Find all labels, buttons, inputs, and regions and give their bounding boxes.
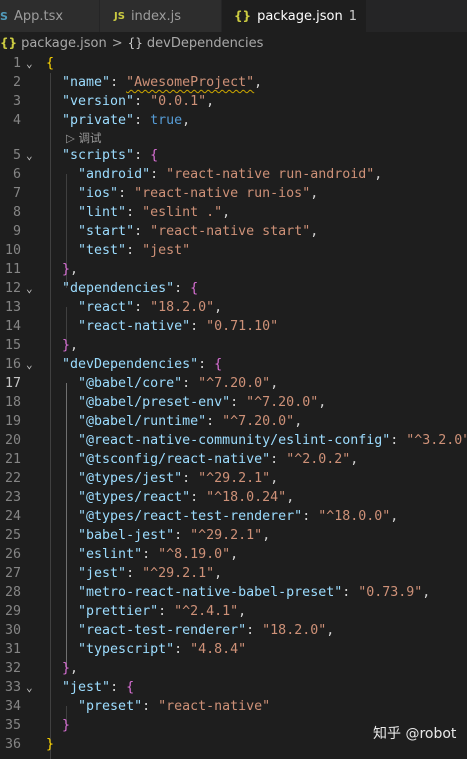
chevron-down-icon[interactable]: ⌄	[26, 146, 33, 165]
code-editor[interactable]: 1⌄{ 2 "name": "AwesomeProject", 3 "versi…	[0, 54, 467, 755]
code-line: 34 "preset": "react-native"	[0, 697, 467, 716]
breadcrumb-file[interactable]: package.json	[21, 36, 107, 51]
code-line: 28 "metro-react-native-babel-preset": "0…	[0, 583, 467, 602]
tab-label: App.tsx	[14, 9, 63, 24]
code-line: 2 "name": "AwesomeProject",	[0, 73, 467, 92]
code-line: 19 "@babel/runtime": "^7.20.0",	[0, 412, 467, 431]
chevron-down-icon[interactable]: ⌄	[26, 279, 33, 298]
chevron-down-icon[interactable]: ⌄	[26, 678, 33, 697]
problem-count-badge: 1	[349, 9, 357, 24]
json-file-icon: {}	[234, 9, 251, 23]
code-line: 22 "@types/jest": "^29.2.1",	[0, 469, 467, 488]
code-line: 20 "@react-native-community/eslint-confi…	[0, 431, 467, 450]
code-line: 1⌄{	[0, 54, 467, 73]
chevron-down-icon[interactable]: ⌄	[26, 54, 33, 73]
code-line: 26 "eslint": "^8.19.0",	[0, 545, 467, 564]
tab-package-json[interactable]: {} package.json 1 ✕	[222, 0, 367, 32]
code-line: 29 "prettier": "^2.4.1",	[0, 602, 467, 621]
code-line: 16⌄ "devDependencies": {	[0, 355, 467, 374]
code-line: 30 "react-test-renderer": "18.2.0",	[0, 621, 467, 640]
code-line-current: 17 "@babel/core": "^7.20.0",	[0, 374, 467, 393]
tab-app-tsx[interactable]: S App.tsx	[0, 0, 100, 32]
javascript-file-icon: JS	[114, 11, 125, 22]
chevron-down-icon[interactable]: ⌄	[26, 355, 33, 374]
code-line: 23 "@types/react": "^18.0.24",	[0, 488, 467, 507]
watermark: 知乎 @robot	[373, 723, 456, 743]
code-line: 15 },	[0, 336, 467, 355]
code-line: 12⌄ "dependencies": {	[0, 279, 467, 298]
typescript-file-icon: S	[0, 10, 8, 23]
tab-label: package.json	[257, 9, 343, 24]
code-line: 9 "start": "react-native start",	[0, 222, 467, 241]
code-line: 10 "test": "jest"	[0, 241, 467, 260]
tab-label: index.js	[131, 9, 181, 24]
code-line: 18 "@babel/preset-env": "^7.20.0",	[0, 393, 467, 412]
debug-label: 调试	[79, 131, 102, 145]
tab-bar: S App.tsx JS index.js {} package.json 1 …	[0, 0, 467, 32]
code-line: 14 "react-native": "0.71.10"	[0, 317, 467, 336]
code-line: 21 "@tsconfig/react-native": "^2.0.2",	[0, 450, 467, 469]
code-line: 5⌄ "scripts": {	[0, 146, 467, 165]
code-line: 13 "react": "18.2.0",	[0, 298, 467, 317]
code-line: 24 "@types/react-test-renderer": "^18.0.…	[0, 507, 467, 526]
code-line: 31 "typescript": "4.8.4"	[0, 640, 467, 659]
code-line: 4 "private": true,	[0, 111, 467, 130]
code-line: 7 "ios": "react-native run-ios",	[0, 184, 467, 203]
code-line: 3 "version": "0.0.1",	[0, 92, 467, 111]
chevron-right-icon: >	[112, 36, 123, 51]
code-line: 27 "jest": "^29.2.1",	[0, 564, 467, 583]
json-file-icon: {}	[0, 36, 17, 50]
code-line: 6 "android": "react-native run-android",	[0, 165, 467, 184]
code-line: 11 },	[0, 260, 467, 279]
tab-index-js[interactable]: JS index.js	[100, 0, 222, 32]
breadcrumb: {} package.json > {} devDependencies	[0, 32, 467, 54]
tab-bar-empty-area	[367, 0, 467, 32]
code-line: 8 "lint": "eslint .",	[0, 203, 467, 222]
object-icon: {}	[128, 36, 143, 50]
code-line: 25 "babel-jest": "^29.2.1",	[0, 526, 467, 545]
play-icon: ▷	[66, 131, 75, 145]
code-line: 33⌄ "jest": {	[0, 678, 467, 697]
breadcrumb-symbol[interactable]: devDependencies	[147, 36, 263, 51]
code-line: 32 },	[0, 659, 467, 678]
debug-codelens[interactable]: ▷ 调试	[0, 130, 467, 146]
